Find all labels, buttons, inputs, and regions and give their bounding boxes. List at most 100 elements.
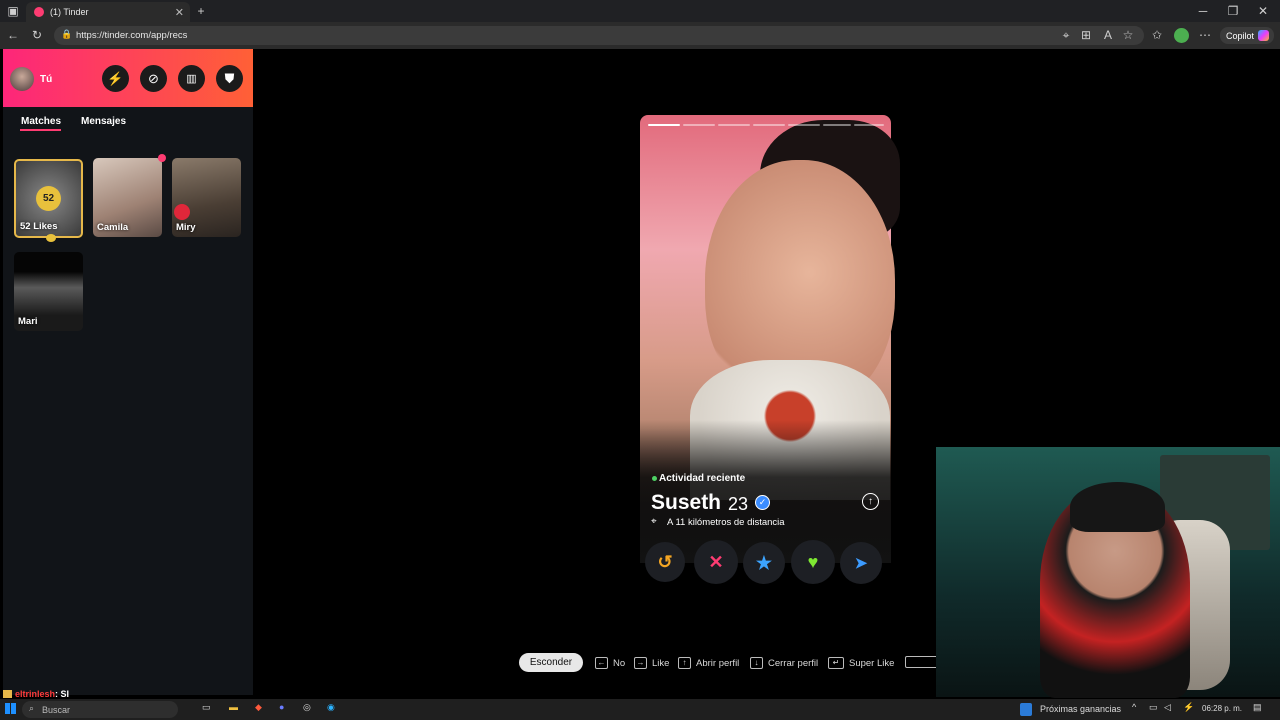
browser-tab[interactable]: (1) Tinder ✕ bbox=[26, 2, 190, 22]
like-button[interactable]: ♥ bbox=[791, 540, 835, 584]
star-icon: ★ bbox=[755, 552, 773, 573]
tray-chevron-icon[interactable]: ^ bbox=[1132, 702, 1136, 712]
boost-icon[interactable]: ⚡ bbox=[102, 65, 129, 92]
read-aloud-icon[interactable]: A bbox=[1102, 28, 1114, 42]
likes-tile[interactable]: 52 52 Likes bbox=[14, 159, 83, 238]
apps-icon[interactable]: ⊞ bbox=[1080, 28, 1092, 42]
photo-progress-bar[interactable] bbox=[823, 124, 851, 126]
new-tab-icon[interactable]: + bbox=[194, 3, 208, 19]
widget-icon[interactable] bbox=[1020, 703, 1032, 716]
photo-progress-bar[interactable] bbox=[718, 124, 750, 126]
photo-progress-bar[interactable] bbox=[683, 124, 715, 126]
favorite-star-icon[interactable]: ☆ bbox=[1122, 28, 1134, 42]
location-pin-icon: ⌖ bbox=[651, 516, 657, 527]
discord-icon[interactable]: ● bbox=[279, 702, 284, 712]
shortcut-label: Super Like bbox=[849, 657, 895, 669]
photo-progress-bar[interactable] bbox=[648, 124, 680, 126]
obs-icon[interactable]: ◎ bbox=[303, 702, 311, 713]
restore-icon[interactable]: ❐ bbox=[1226, 3, 1240, 19]
clock-time[interactable]: 06:28 p. m. bbox=[1202, 704, 1242, 713]
heart-icon: ♥ bbox=[807, 551, 819, 572]
likes-count-badge: 52 bbox=[36, 186, 61, 211]
profile-name: Suseth bbox=[651, 491, 722, 514]
chat-badge-icon bbox=[3, 690, 12, 698]
browser-tab-bar bbox=[0, 0, 1280, 22]
send-icon: ➤ bbox=[854, 555, 868, 572]
shortcut-superlike: ↵ Super Like bbox=[828, 656, 894, 670]
file-explorer-icon[interactable]: ▬ bbox=[229, 702, 238, 712]
activity-label: Actividad reciente bbox=[659, 473, 746, 484]
close-icon: ✕ bbox=[708, 551, 724, 572]
volume-icon[interactable]: ◁ bbox=[1164, 702, 1171, 713]
match-tile-mari[interactable]: Mari bbox=[14, 252, 83, 331]
distance-label: A 11 kilómetros de distancia bbox=[667, 517, 785, 528]
arrow-down-icon: ↓ bbox=[750, 657, 763, 669]
profile-age: 23 bbox=[728, 494, 749, 514]
lock-icon: 🔒 bbox=[61, 29, 73, 39]
search-icon: ⌕ bbox=[29, 703, 35, 713]
widget-label[interactable]: Próximas ganancias bbox=[1040, 704, 1121, 714]
match-name: Miry bbox=[176, 222, 196, 233]
url-text: https://tinder.com/app/recs bbox=[76, 30, 188, 41]
match-tile-miry[interactable]: Miry bbox=[172, 158, 241, 237]
explore-icon[interactable]: ⊘ bbox=[140, 65, 167, 92]
rose-badge-icon bbox=[174, 204, 190, 220]
verified-badge-icon: ✓ bbox=[755, 495, 770, 510]
network-icon[interactable]: ▭ bbox=[1149, 702, 1158, 713]
copilot-button[interactable]: Copilot bbox=[1220, 27, 1274, 44]
close-window-icon[interactable]: ✕ bbox=[1256, 3, 1270, 19]
chat-message: eltrinlesh : SI bbox=[3, 689, 69, 699]
enter-key-icon: ↵ bbox=[828, 657, 844, 669]
avatar[interactable] bbox=[10, 67, 34, 91]
url-field[interactable]: 🔒 https://tinder.com/app/recs bbox=[54, 26, 1144, 45]
battery-icon[interactable]: ⚡ bbox=[1183, 702, 1194, 713]
copilot-label: Copilot bbox=[1226, 30, 1255, 41]
active-tab-underline bbox=[20, 129, 61, 131]
favorites-icon[interactable]: ✩ bbox=[1151, 28, 1163, 42]
profile-icon[interactable] bbox=[1174, 28, 1189, 43]
activity-dot bbox=[652, 476, 657, 481]
close-tab-icon[interactable]: ✕ bbox=[175, 6, 184, 19]
user-label[interactable]: Tú bbox=[40, 74, 52, 85]
windows-start-icon[interactable] bbox=[5, 703, 16, 714]
more-menu-icon[interactable]: ⋯ bbox=[1199, 28, 1211, 42]
nope-button[interactable]: ✕ bbox=[694, 540, 738, 584]
back-icon[interactable]: ← bbox=[6, 28, 20, 42]
task-view-icon[interactable]: ▭ bbox=[202, 702, 211, 713]
arrow-left-icon: ← bbox=[595, 657, 608, 669]
upgrade-icon[interactable]: ▥ bbox=[178, 65, 205, 92]
photo-progress-bar[interactable] bbox=[854, 124, 884, 126]
rewind-icon: ↺ bbox=[657, 551, 673, 572]
likes-label: 52 Likes bbox=[20, 221, 58, 232]
minimize-icon[interactable]: ─ bbox=[1196, 3, 1210, 19]
arrow-up-icon: ↑ bbox=[678, 657, 691, 669]
tab-actions-icon[interactable]: ▣ bbox=[4, 3, 22, 19]
superlike-button[interactable]: ★ bbox=[743, 542, 785, 584]
tinder-favicon-icon bbox=[34, 7, 44, 17]
taskbar-search-field[interactable]: ⌕ Buscar bbox=[22, 701, 178, 718]
new-match-dot bbox=[158, 154, 166, 162]
tab-title: (1) Tinder bbox=[50, 7, 89, 17]
edge-icon[interactable]: ◉ bbox=[327, 702, 335, 713]
match-tile-camila[interactable]: Camila bbox=[93, 158, 162, 237]
location-icon[interactable]: ⌖ bbox=[1060, 28, 1072, 42]
tab-messages[interactable]: Mensajes bbox=[81, 116, 126, 127]
hide-shortcuts-button[interactable]: Esconder bbox=[519, 653, 583, 672]
reload-icon[interactable]: ↻ bbox=[30, 28, 44, 42]
search-placeholder: Buscar bbox=[42, 704, 71, 715]
shortcut-open-profile: ↑ Abrir perfil bbox=[678, 656, 739, 670]
tab-matches[interactable]: Matches bbox=[21, 116, 61, 127]
photo-progress-bar[interactable] bbox=[788, 124, 820, 126]
shortcut-label: Abrir perfil bbox=[696, 657, 740, 669]
brave-icon[interactable]: ◆ bbox=[255, 702, 262, 713]
sidebar bbox=[3, 49, 253, 695]
shortcut-no: ← No bbox=[595, 656, 625, 670]
rewind-button[interactable]: ↺ bbox=[645, 542, 685, 582]
open-profile-icon[interactable]: ↑ bbox=[862, 493, 879, 510]
chat-text: : SI bbox=[55, 689, 70, 699]
notifications-icon[interactable]: ▤ bbox=[1253, 702, 1262, 713]
photo-progress-bar[interactable] bbox=[753, 124, 785, 126]
shortcut-close-profile: ↓ Cerrar perfil bbox=[750, 656, 818, 670]
safety-shield-icon[interactable]: ⛊ bbox=[216, 65, 243, 92]
boost-send-button[interactable]: ➤ bbox=[840, 542, 882, 584]
